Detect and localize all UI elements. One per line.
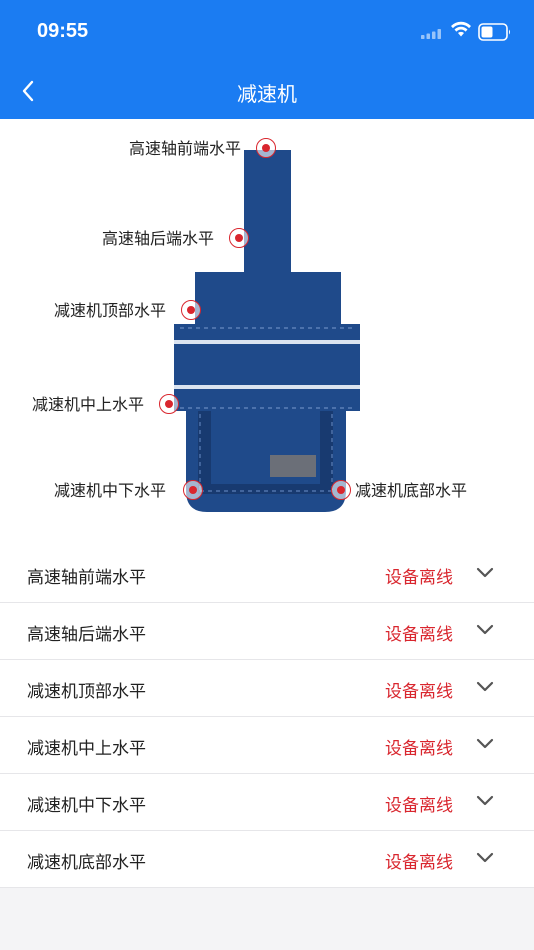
marker-reducer-bottom[interactable]	[331, 480, 351, 500]
status-badge: 设备离线	[385, 796, 453, 816]
label-reducer-mid-upper: 减速机中上水平	[32, 395, 145, 414]
chevron-down-icon[interactable]	[476, 624, 494, 636]
list-item[interactable]: 减速机中下水平 设备离线	[0, 774, 534, 831]
sensor-name: 减速机顶部水平	[27, 682, 146, 702]
marker-reducer-mid-upper[interactable]	[159, 394, 179, 414]
wifi-icon	[451, 21, 471, 37]
list-item[interactable]: 减速机顶部水平 设备离线	[0, 660, 534, 717]
sensor-name: 高速轴后端水平	[27, 625, 146, 645]
machine-diagram: 高速轴前端水平 高速轴后端水平 减速机顶部水平 减速机中上水平 减速机中下水平 …	[0, 119, 534, 546]
middle-housing	[174, 344, 360, 389]
status-badge: 设备离线	[385, 739, 453, 759]
nameplate	[270, 455, 316, 477]
status-time: 09:55	[37, 20, 89, 42]
chevron-down-icon[interactable]	[476, 795, 494, 807]
label-reducer-mid-lower: 减速机中下水平	[54, 481, 167, 500]
status-badge: 设备离线	[385, 853, 453, 873]
status-badge: 设备离线	[385, 625, 453, 645]
list-item[interactable]: 减速机底部水平 设备离线	[0, 831, 534, 888]
sensor-name: 高速轴前端水平	[27, 568, 146, 588]
chevron-down-icon[interactable]	[476, 852, 494, 864]
label-high-speed-rear: 高速轴后端水平	[102, 229, 215, 248]
top-housing	[195, 272, 341, 327]
marker-high-speed-front[interactable]	[256, 138, 276, 158]
list-item[interactable]: 高速轴前端水平 设备离线	[0, 546, 534, 603]
nav-bar: 减速机	[0, 64, 534, 119]
sensor-name: 减速机底部水平	[27, 853, 146, 873]
page-title: 减速机	[237, 82, 297, 106]
sensor-list: 高速轴前端水平 设备离线 高速轴后端水平 设备离线 减速机顶部水平 设备离线 减…	[0, 546, 534, 888]
battery-icon	[478, 23, 510, 41]
status-bar: 09:55	[0, 0, 534, 64]
signal-icon	[421, 29, 441, 39]
list-item[interactable]: 高速轴后端水平 设备离线	[0, 603, 534, 660]
marker-reducer-mid-lower[interactable]	[183, 480, 203, 500]
chevron-down-icon[interactable]	[476, 681, 494, 693]
status-badge: 设备离线	[385, 568, 453, 588]
label-high-speed-front: 高速轴前端水平	[129, 139, 242, 158]
sensor-name: 减速机中上水平	[27, 739, 146, 759]
chevron-down-icon[interactable]	[476, 567, 494, 579]
status-badge: 设备离线	[385, 682, 453, 702]
list-item[interactable]: 减速机中上水平 设备离线	[0, 717, 534, 774]
high-speed-shaft	[244, 150, 291, 275]
marker-high-speed-rear[interactable]	[229, 228, 249, 248]
chevron-down-icon[interactable]	[476, 738, 494, 750]
marker-reducer-top[interactable]	[181, 300, 201, 320]
label-reducer-top: 减速机顶部水平	[54, 301, 167, 320]
sensor-name: 减速机中下水平	[27, 796, 146, 816]
label-reducer-bottom: 减速机底部水平	[355, 481, 468, 500]
